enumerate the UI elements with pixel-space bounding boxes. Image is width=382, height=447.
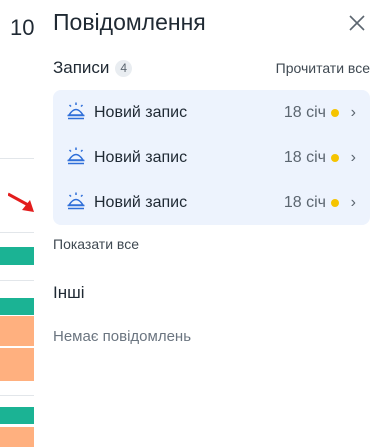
notification-list: Новий запис 18 січ › Новий запис 18 січ … (53, 90, 370, 225)
show-all-link[interactable]: Показати все (53, 236, 139, 252)
records-section-title: Записи (53, 58, 110, 77)
other-section-title: Інші (53, 283, 85, 302)
unread-dot (331, 198, 339, 207)
notification-item[interactable]: Новий запис 18 січ › (53, 180, 370, 225)
notifications-panel: Повідомлення Записи 4 Прочитати все Нови… (34, 0, 382, 447)
chevron-right-icon: › (350, 193, 356, 211)
divider (0, 280, 34, 281)
status-bar (0, 316, 34, 346)
notification-item[interactable]: Новий запис 18 січ › (53, 90, 370, 135)
close-icon[interactable] (346, 12, 368, 34)
records-count-badge: 4 (115, 59, 133, 77)
background-page: 10 (0, 0, 34, 447)
notification-date: 18 січ (283, 193, 326, 211)
chevron-right-icon: › (350, 148, 356, 166)
chevron-right-icon: › (350, 103, 356, 121)
unread-dot (331, 108, 339, 117)
empty-state-text: Немає повідомлень (53, 328, 192, 345)
records-section-header: Записи 4 (53, 58, 133, 78)
divider (0, 158, 34, 159)
status-bar (0, 427, 34, 447)
status-bar (0, 298, 34, 315)
status-bar (0, 348, 34, 381)
bell-icon (67, 147, 85, 165)
notification-title: Новий запис (94, 103, 188, 121)
notification-date: 18 січ (283, 148, 326, 166)
status-bar (0, 247, 34, 265)
arrow-icon (8, 192, 34, 212)
read-all-link[interactable]: Прочитати все (276, 60, 370, 76)
unread-dot (331, 153, 339, 162)
notification-item[interactable]: Новий запис 18 січ › (53, 135, 370, 180)
status-bar (0, 407, 34, 424)
notification-title: Новий запис (94, 148, 188, 166)
panel-title: Повідомлення (53, 9, 206, 35)
background-number: 10 (10, 15, 34, 40)
divider (0, 232, 34, 233)
bell-icon (67, 102, 85, 120)
notification-date: 18 січ (283, 103, 326, 121)
bell-icon (67, 192, 85, 210)
notification-title: Новий запис (94, 193, 188, 211)
divider (0, 395, 34, 396)
